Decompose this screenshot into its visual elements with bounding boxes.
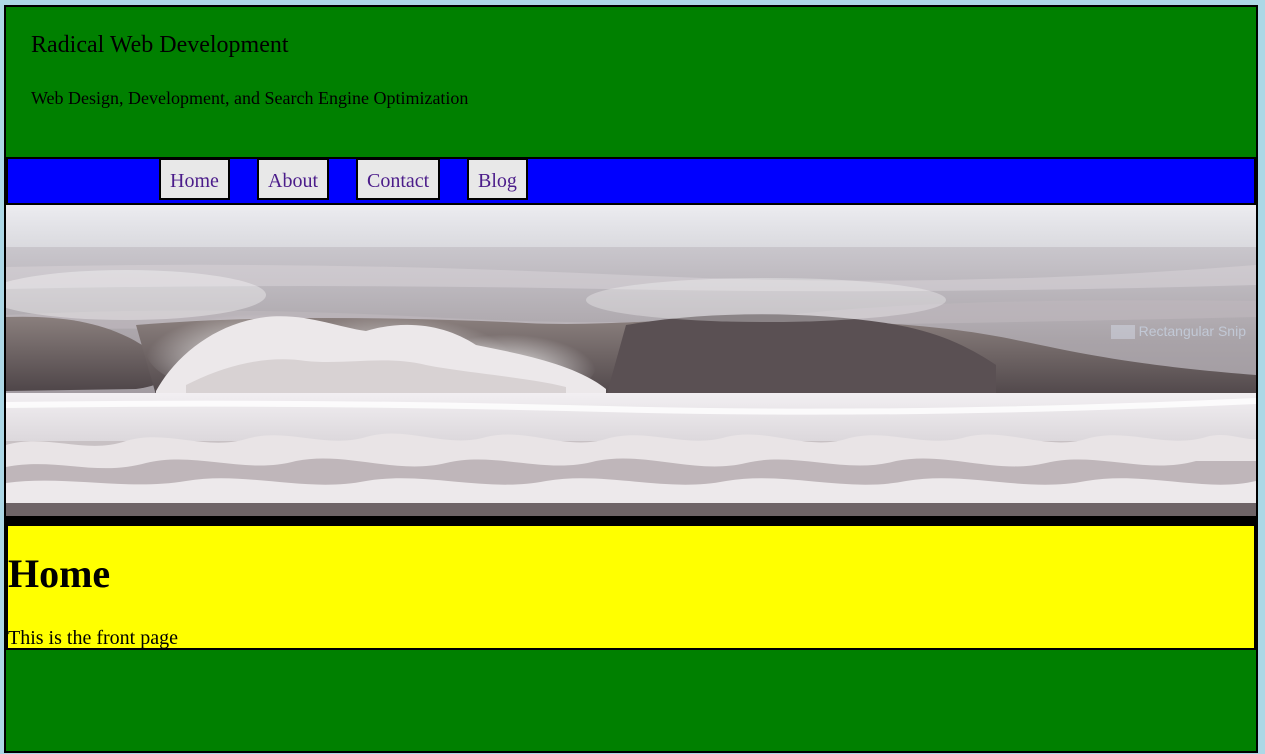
snip-icon <box>1110 325 1135 340</box>
site-title: Radical Web Development <box>31 32 289 58</box>
nav-item-contact[interactable]: Contact <box>356 158 441 200</box>
hero-caption-text: Rectangular Snip <box>1138 323 1246 339</box>
nav-item-about[interactable]: About <box>257 158 329 200</box>
page-wrapper: Radical Web Development Web Design, Deve… <box>4 5 1258 753</box>
site-tagline: Web Design, Development, and Search Engi… <box>31 88 469 108</box>
nav-item-home[interactable]: Home <box>159 158 230 200</box>
main-nav: Home About Contact Blog <box>6 157 1256 205</box>
ocean-waves-image <box>6 205 1256 516</box>
nav-item-blog[interactable]: Blog <box>467 158 528 200</box>
hero-banner: Rectangular Snip <box>6 205 1256 516</box>
page-heading: Home <box>8 551 111 596</box>
hero-caption: Rectangular Snip <box>1110 323 1246 340</box>
main-content: Home This is the front page <box>6 524 1256 650</box>
site-header: Radical Web Development Web Design, Deve… <box>6 7 1256 157</box>
section-divider <box>6 516 1256 524</box>
page-body-text: This is the front page <box>8 627 178 649</box>
